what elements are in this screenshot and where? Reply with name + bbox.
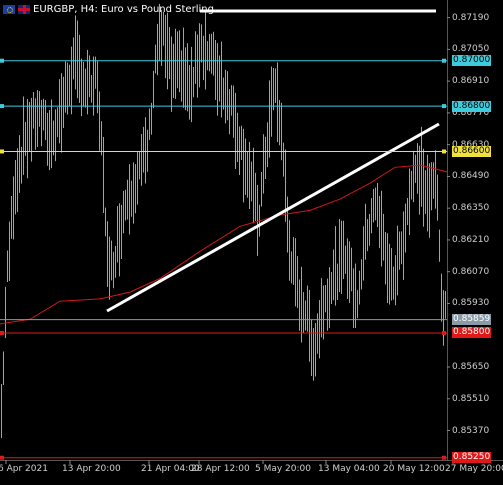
price-tick-label: 0.86210	[452, 234, 490, 245]
price-tick-label: 0.86350	[452, 203, 490, 214]
price-tick-label: 0.86490	[452, 171, 490, 182]
time-tick-label: 27 May 20:00	[445, 464, 503, 474]
price-tick-label: 0.86910	[452, 76, 490, 87]
time-tick-label: 28 Apr 12:00	[191, 464, 250, 474]
price-tick-label: 0.85930	[452, 298, 490, 309]
price-level-anchor	[442, 104, 446, 109]
time-tick-label: 6 Apr 2021	[0, 464, 48, 474]
time-tick-label: 20 May 12:00	[383, 464, 445, 474]
price-tick-label: 0.87190	[452, 12, 490, 23]
price-level-anchor	[442, 58, 446, 63]
time-tick-label: 13 Apr 20:00	[62, 464, 121, 474]
chart-title: EURGBP, H4: Euro vs Pound Sterling	[3, 4, 214, 15]
eu-flag-icon	[3, 5, 15, 14]
time-tick-label: 13 May 04:00	[318, 464, 380, 474]
price-level-badge[interactable]: 0.86600	[452, 145, 491, 157]
price-level-anchor	[0, 58, 4, 63]
price-tick-label: 0.86070	[452, 266, 490, 277]
price-level-anchor	[442, 455, 446, 460]
price-tick-label: 0.85370	[452, 425, 490, 436]
price-level-anchor	[442, 149, 446, 154]
current-price-badge: 0.85859	[452, 314, 491, 326]
price-level-anchor	[442, 330, 446, 335]
price-level-anchor	[0, 330, 4, 335]
price-level-anchor	[0, 104, 4, 109]
price-level-badge[interactable]: 0.86800	[452, 100, 491, 112]
symbol-title: EURGBP, H4: Euro vs Pound Sterling	[33, 4, 214, 15]
price-level-anchor	[0, 455, 4, 460]
chart-area[interactable]: EURGBP, H4: Euro vs Pound Sterling 0.871…	[0, 0, 503, 481]
gb-flag-icon	[18, 5, 30, 14]
price-level-badge[interactable]: 0.85250	[452, 452, 491, 464]
price-chart[interactable]	[0, 0, 503, 481]
price-tick-label: 0.87050	[452, 44, 490, 55]
time-tick-label: 5 May 20:00	[255, 464, 311, 474]
price-level-badge[interactable]: 0.87000	[452, 55, 491, 67]
price-level-badge[interactable]: 0.85800	[452, 327, 491, 339]
price-tick-label: 0.85510	[452, 393, 490, 404]
price-tick-label: 0.85650	[452, 361, 490, 372]
price-level-anchor	[0, 149, 4, 154]
